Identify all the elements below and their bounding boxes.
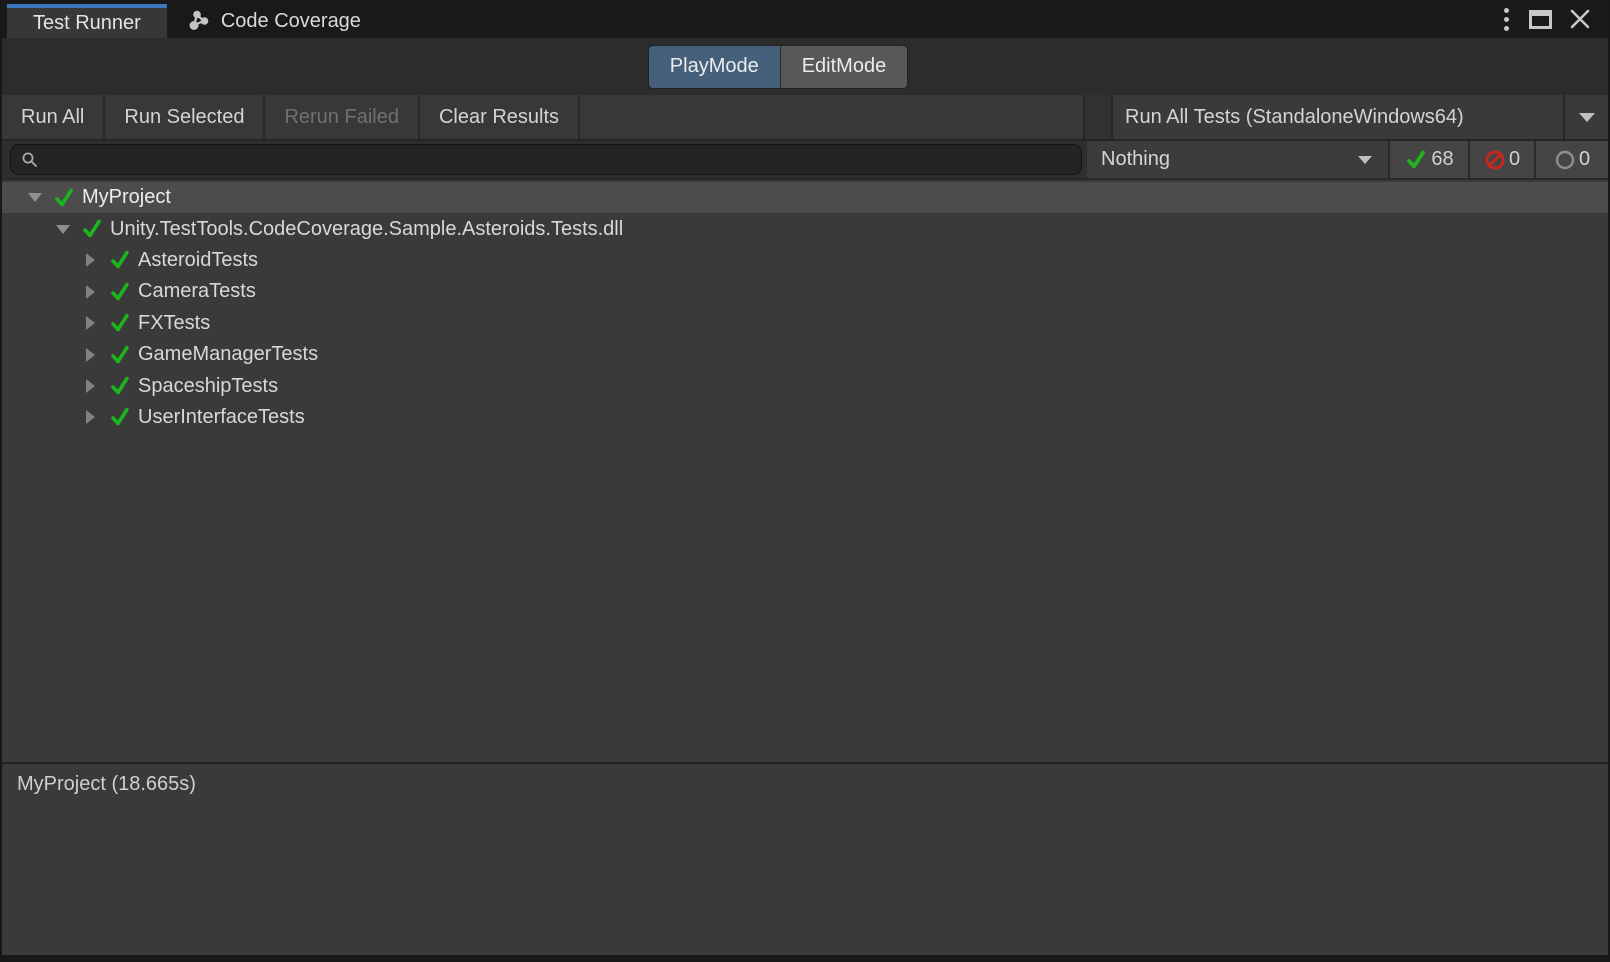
toolbar-spacer [580,95,1083,139]
test-runner-window: Test Runner Code Coverage PlayM [0,0,1610,962]
code-coverage-icon [187,9,211,33]
filter-failed-toggle[interactable]: 0 [1468,141,1534,178]
not-run-icon [1554,149,1576,171]
passed-check-icon [81,218,103,240]
tree-row[interactable]: SpaceshipTests [2,370,1608,401]
maximize-icon[interactable] [1529,10,1552,29]
passed-count: 68 [1431,148,1453,171]
rerun-failed-button: Rerun Failed [265,95,420,139]
kebab-menu-icon[interactable] [1500,4,1513,35]
tree-row-label: SpaceshipTests [138,375,278,398]
playmode-button[interactable]: PlayMode [649,46,781,88]
tree-row[interactable]: FXTests [2,308,1608,339]
clear-results-button[interactable]: Clear Results [420,95,580,139]
tree-row[interactable]: CameraTests [2,276,1608,307]
not-run-count: 0 [1579,148,1590,171]
platform-dropdown[interactable]: Run All Tests (StandaloneWindows64) [1113,95,1563,139]
toolbar-gap [1083,95,1113,139]
passed-check-icon [53,187,75,209]
tree-row[interactable]: UserInterfaceTests [2,402,1608,433]
passed-check-icon [1404,148,1428,172]
platform-dropdown-label: Run All Tests (StandaloneWindows64) [1125,106,1464,129]
passed-check-icon [109,344,131,366]
category-dropdown-value: Nothing [1101,148,1170,171]
result-filter-toggles: 68 0 0 [1388,141,1608,178]
passed-check-icon [109,406,131,428]
expander-closed-icon[interactable] [82,316,99,330]
tree-row-label: UserInterfaceTests [138,406,305,429]
expander-closed-icon[interactable] [82,348,99,362]
filter-not-run-toggle[interactable]: 0 [1534,141,1608,178]
editmode-button[interactable]: EditMode [781,46,908,88]
mode-bar: PlayMode EditMode [2,38,1608,95]
search-input[interactable] [46,148,1071,172]
passed-check-icon [109,312,131,334]
tab-label: Code Coverage [221,10,361,33]
detail-text: MyProject (18.665s) [17,773,196,795]
filter-passed-toggle[interactable]: 68 [1388,141,1468,178]
tab-bar: Test Runner Code Coverage [2,0,1608,38]
tab-code-coverage[interactable]: Code Coverage [167,4,381,38]
mode-toggle: PlayMode EditMode [648,45,908,89]
passed-check-icon [109,375,131,397]
tree-row-label: AsteroidTests [138,249,258,272]
tree-row[interactable]: MyProject [2,182,1608,213]
expander-closed-icon[interactable] [82,285,99,299]
run-all-button[interactable]: Run All [2,95,105,139]
expander-open-icon[interactable] [26,193,43,202]
expander-closed-icon[interactable] [82,379,99,393]
expander-open-icon[interactable] [54,225,71,234]
expander-closed-icon[interactable] [82,410,99,424]
passed-check-icon [109,249,131,271]
tree-row-label: FXTests [138,312,210,335]
passed-check-icon [109,281,131,303]
chevron-down-icon [1358,156,1372,164]
tree-row[interactable]: Unity.TestTools.CodeCoverage.Sample.Aste… [2,213,1608,244]
expander-closed-icon[interactable] [82,253,99,267]
tree-row-label: MyProject [82,186,171,209]
tree-row[interactable]: GameManagerTests [2,339,1608,370]
tab-label: Test Runner [33,12,141,35]
detail-panel: MyProject (18.665s) [2,764,1608,955]
filter-bar: Nothing 68 0 0 [2,141,1608,180]
run-selected-button[interactable]: Run Selected [105,95,265,139]
chevron-down-icon [1579,113,1595,122]
search-box[interactable] [10,144,1082,175]
window-controls [1500,0,1608,38]
toolbar: Run All Run Selected Rerun Failed Clear … [2,95,1608,141]
platform-dropdown-arrow[interactable] [1563,95,1608,139]
test-tree: MyProject Unity.TestTools.CodeCoverage.Sa… [2,180,1608,762]
tree-row-label: Unity.TestTools.CodeCoverage.Sample.Aste… [110,218,623,241]
tree-row[interactable]: AsteroidTests [2,245,1608,276]
failed-icon [1484,149,1506,171]
category-dropdown[interactable]: Nothing [1087,141,1388,178]
search-icon [21,151,38,168]
tree-row-label: CameraTests [138,280,256,303]
close-icon[interactable] [1568,7,1592,31]
tree-row-label: GameManagerTests [138,343,318,366]
failed-count: 0 [1509,148,1520,171]
tab-test-runner[interactable]: Test Runner [7,4,167,38]
